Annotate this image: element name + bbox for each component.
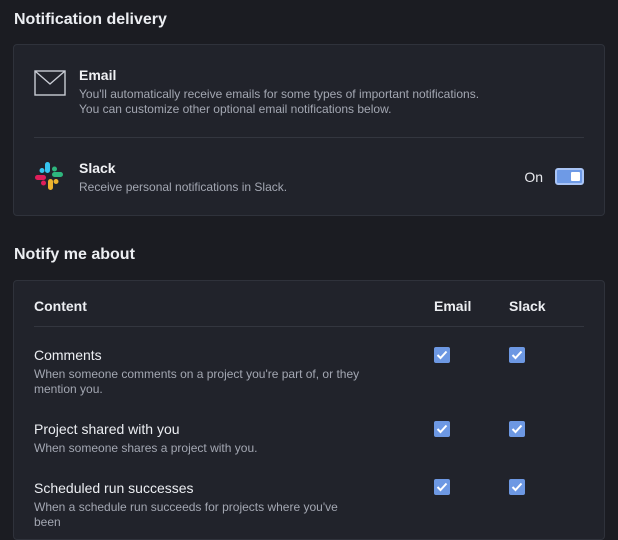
column-header-content: Content: [34, 298, 87, 314]
notification-delivery-title: Notification delivery: [14, 11, 167, 28]
slack-toggle-group: On: [524, 168, 584, 185]
checkmark-icon: [436, 424, 448, 434]
pref-description: When a schedule run succeeds for project…: [34, 500, 338, 529]
pref-description: When someone comments on a project you'r…: [34, 367, 360, 396]
delivery-card: Email You'll automatically receive email…: [13, 44, 605, 216]
table-row: Comments When someone comments on a proj…: [34, 347, 364, 397]
slack-toggle[interactable]: [555, 168, 584, 185]
envelope-icon: [34, 70, 66, 101]
slack-delivery-description: Receive personal notifications in Slack.: [79, 180, 288, 194]
slack-delivery-text: Slack Receive personal notifications in …: [79, 160, 459, 195]
toggle-knob: [571, 172, 580, 181]
scheduled-run-email-checkbox[interactable]: [434, 479, 450, 495]
checkmark-icon: [436, 482, 448, 492]
checkmark-icon: [511, 350, 523, 360]
pref-title: Comments: [34, 347, 102, 363]
table-row: Scheduled run successes When a schedule …: [34, 480, 364, 530]
notify-me-about-title: Notify me about: [14, 246, 135, 263]
header-divider: [34, 326, 584, 327]
column-header-slack: Slack: [509, 298, 546, 314]
checkmark-icon: [436, 350, 448, 360]
checkmark-icon: [511, 424, 523, 434]
project-shared-slack-checkbox[interactable]: [509, 421, 525, 437]
notify-card: Content Email Slack Comments When someon…: [13, 280, 605, 540]
pref-title: Scheduled run successes: [34, 480, 194, 496]
email-delivery-text: Email You'll automatically receive email…: [79, 67, 499, 117]
table-row: Project shared with you When someone sha…: [34, 421, 364, 456]
slack-icon: [34, 161, 64, 196]
pref-description: When someone shares a project with you.: [34, 441, 258, 455]
email-delivery-description: You'll automatically receive emails for …: [79, 87, 480, 116]
slack-delivery-title: Slack: [79, 160, 116, 176]
delivery-divider: [34, 137, 584, 138]
project-shared-email-checkbox[interactable]: [434, 421, 450, 437]
column-header-email: Email: [434, 298, 472, 314]
checkmark-icon: [511, 482, 523, 492]
pref-title: Project shared with you: [34, 421, 180, 437]
email-delivery-title: Email: [79, 67, 117, 83]
comments-slack-checkbox[interactable]: [509, 347, 525, 363]
slack-toggle-label: On: [524, 168, 543, 185]
comments-email-checkbox[interactable]: [434, 347, 450, 363]
scheduled-run-slack-checkbox[interactable]: [509, 479, 525, 495]
